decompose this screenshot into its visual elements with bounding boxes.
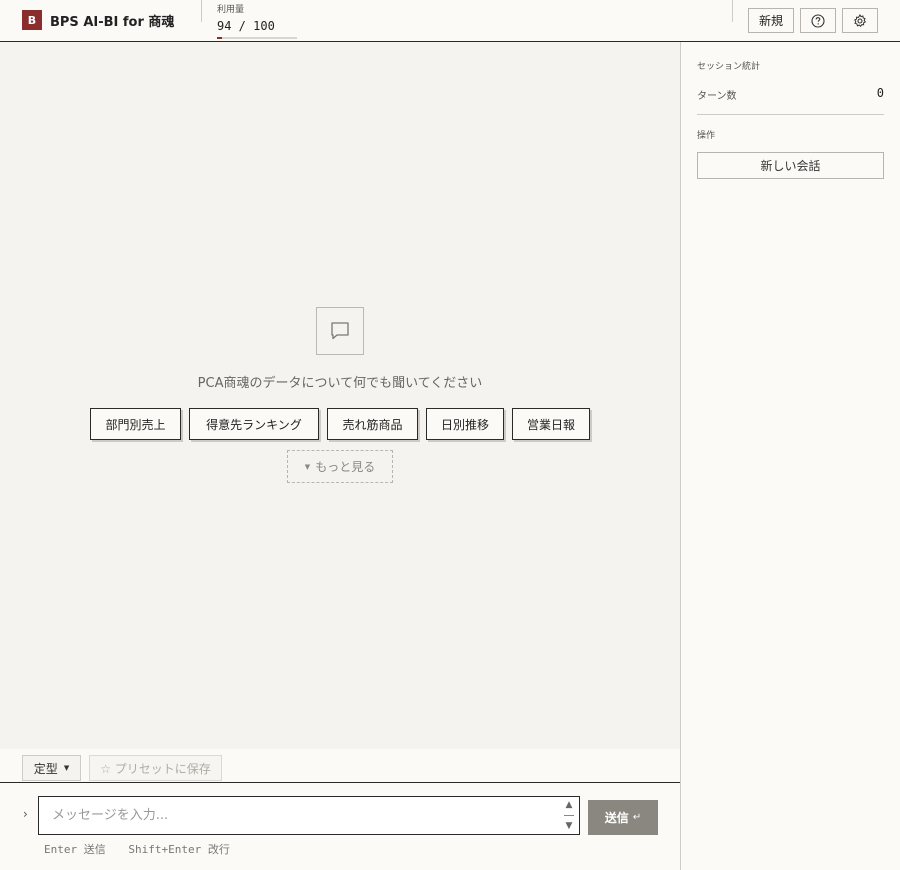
- keyboard-hint: Enter 送信 Shift+Enter 改行: [44, 841, 246, 857]
- header-divider: [732, 0, 733, 22]
- suggestion-chip[interactable]: 得意先ランキング: [189, 408, 319, 440]
- chat-area: PCA商魂のデータについて何でも聞いてください 部門別売上 得意先ランキング 売…: [0, 42, 680, 749]
- usage-label: 利用量: [217, 5, 245, 15]
- empty-state-icon-box: [316, 307, 364, 355]
- app-logo: B: [22, 10, 42, 30]
- message-input-box: ▲ ▼: [38, 796, 580, 835]
- enter-key-icon: ↵: [632, 812, 642, 823]
- stepper-down-icon[interactable]: ▼: [566, 821, 573, 831]
- usage-value: 94 / 100: [217, 19, 275, 33]
- turns-value: 0: [876, 86, 884, 100]
- template-dropdown[interactable]: 定型 ▼: [22, 755, 81, 781]
- suggestion-chip[interactable]: 営業日報: [512, 408, 590, 440]
- chat-bubble-icon: [331, 322, 349, 340]
- send-button[interactable]: 送信 ↵: [588, 800, 658, 835]
- new-session-button[interactable]: 新しい会話: [697, 152, 884, 179]
- hint-newline: Shift+Enter 改行: [128, 843, 230, 856]
- suggestion-chip[interactable]: 部門別売上: [90, 408, 181, 440]
- stepper-up-icon[interactable]: ▲: [566, 800, 573, 810]
- suggestion-chip[interactable]: 売れ筋商品: [327, 408, 418, 440]
- side-divider: [697, 114, 884, 115]
- header-divider: [201, 0, 202, 22]
- stepper-divider: [564, 815, 574, 816]
- suggestion-chip[interactable]: 日別推移: [426, 408, 504, 440]
- save-preset-button[interactable]: ☆ プリセットに保存: [89, 755, 222, 781]
- gear-icon: [854, 13, 867, 27]
- new-button[interactable]: 新規: [748, 8, 794, 33]
- composer: › ▲ ▼ 送信 ↵ Enter 送信 Shift+Enter 改行: [0, 782, 680, 870]
- side-panel: セッション統計 ターン数 0 操作 新しい会話: [680, 42, 900, 870]
- caret-down-icon: ▼: [304, 462, 311, 471]
- send-label: 送信: [604, 811, 629, 825]
- caret-down-icon: ▼: [63, 764, 70, 772]
- app-header: B BPS AI-BI for 商魂 利用量 94 / 100 新規: [0, 0, 900, 42]
- show-more-button[interactable]: ▼ もっと見る: [287, 450, 393, 483]
- settings-button[interactable]: [842, 8, 878, 33]
- empty-state-prompt: PCA商魂のデータについて何でも聞いてください: [197, 376, 483, 391]
- help-button[interactable]: [800, 8, 836, 33]
- help-circle-icon: [811, 13, 825, 28]
- operations-title: 操作: [697, 131, 716, 141]
- turns-label: ターン数: [697, 91, 737, 102]
- message-input[interactable]: [39, 797, 561, 834]
- usage-progress-fill: [217, 37, 222, 39]
- usage-progress-bar: [217, 37, 297, 39]
- app-title: BPS AI-BI for 商魂: [50, 15, 175, 30]
- input-stepper[interactable]: ▲ ▼: [563, 800, 575, 831]
- show-more-label: もっと見る: [315, 460, 376, 474]
- preset-bar: 定型 ▼ ☆ プリセットに保存: [0, 749, 680, 782]
- prompt-chevron-icon: ›: [23, 807, 28, 821]
- hint-send: Enter 送信: [44, 843, 106, 856]
- session-stats-title: セッション統計: [697, 62, 761, 72]
- template-label: 定型: [33, 761, 58, 776]
